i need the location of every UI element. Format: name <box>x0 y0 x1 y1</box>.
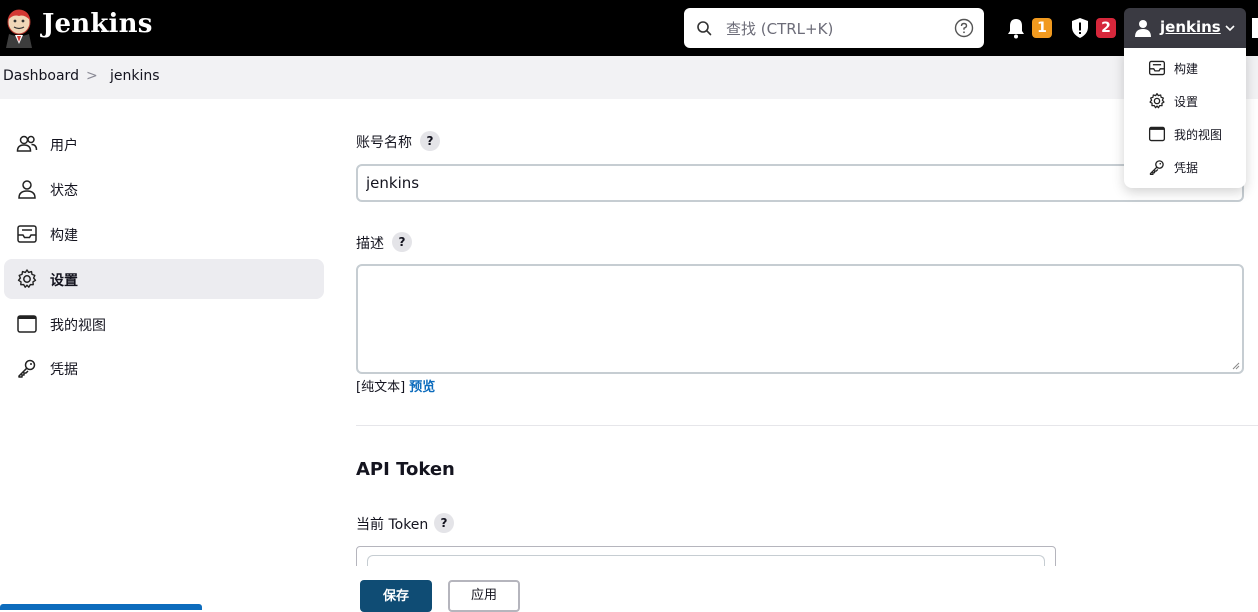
bell-icon[interactable] <box>1006 17 1026 39</box>
person-icon <box>18 180 36 199</box>
shield-alert-icon[interactable] <box>1070 17 1090 39</box>
menu-item-builds[interactable]: 构建 <box>1124 53 1246 83</box>
window-icon <box>17 315 37 333</box>
account-name-field[interactable] <box>356 164 1244 202</box>
jenkins-logo[interactable] <box>2 8 36 48</box>
build-tray-icon <box>1148 60 1166 76</box>
header-edge-icon <box>1252 18 1258 38</box>
sidebar-item-label: 用户 <box>50 138 78 154</box>
sidebar-item-users[interactable]: 用户 <box>4 124 324 164</box>
chevron-down-icon <box>1225 25 1235 32</box>
menu-item-label: 构建 <box>1174 62 1199 76</box>
search-box[interactable]: 查找 (CTRL+K) <box>684 8 984 48</box>
save-button[interactable]: 保存 <box>360 580 432 612</box>
search-input[interactable]: 查找 (CTRL+K) <box>726 18 833 39</box>
account-name-label: 账号名称 <box>356 135 412 151</box>
user-dropdown-menu: 构建 设置 我的视图 凭据 <box>1124 48 1246 188</box>
account-name-help-icon[interactable]: ? <box>420 131 440 151</box>
sidebar-item-status[interactable]: 状态 <box>4 169 324 209</box>
preview-link[interactable]: 预览 <box>409 380 435 395</box>
sidebar-item-credentials[interactable]: 凭据 <box>4 348 324 388</box>
sidebar-item-label: 设置 <box>50 273 78 289</box>
build-tray-icon <box>17 225 37 243</box>
current-token-help-icon[interactable]: ? <box>434 513 454 533</box>
menu-item-label: 凭据 <box>1174 161 1199 175</box>
sidebar-item-label: 凭据 <box>50 362 78 378</box>
top-header: Jenkins 查找 (CTRL+K) 1 2 jenkins <box>0 0 1258 56</box>
user-menu-button[interactable]: jenkins <box>1124 8 1246 48</box>
sidebar-item-label: 状态 <box>50 183 78 199</box>
menu-item-label: 设置 <box>1174 95 1199 109</box>
user-icon <box>1135 20 1151 37</box>
markup-format-note: [纯文本] 预览 <box>356 376 435 395</box>
key-icon <box>1149 160 1164 176</box>
breadcrumb-separator: > <box>86 68 98 84</box>
username-label[interactable]: jenkins <box>1160 18 1221 36</box>
apply-button[interactable]: 应用 <box>448 580 520 612</box>
breadcrumb-dashboard[interactable]: Dashboard <box>3 68 79 84</box>
menu-item-settings[interactable]: 设置 <box>1124 86 1246 116</box>
description-label: 描述 <box>356 236 384 252</box>
sidebar-item-builds[interactable]: 构建 <box>4 214 324 254</box>
bottom-left-strip <box>0 604 202 610</box>
brand-title[interactable]: Jenkins <box>42 9 153 39</box>
sidebar-item-settings[interactable]: 设置 <box>4 259 324 299</box>
gear-icon <box>1149 93 1165 109</box>
notifications-badge[interactable]: 1 <box>1032 18 1052 38</box>
menu-item-credentials[interactable]: 凭据 <box>1124 152 1246 182</box>
breadcrumb-user[interactable]: jenkins <box>110 68 160 84</box>
menu-item-label: 我的视图 <box>1174 128 1223 142</box>
key-icon <box>18 359 36 378</box>
users-icon <box>16 135 38 152</box>
resize-handle-icon[interactable] <box>1232 362 1240 370</box>
window-icon <box>1148 126 1166 142</box>
search-icon <box>697 21 712 36</box>
current-token-label: 当前 Token <box>356 517 429 533</box>
menu-item-my-views[interactable]: 我的视图 <box>1124 119 1246 149</box>
plain-text-label: [纯文本] <box>356 380 406 395</box>
description-textarea[interactable] <box>356 264 1244 374</box>
sidebar-item-label: 构建 <box>50 228 78 244</box>
breadcrumb: Dashboard > jenkins <box>0 56 1258 99</box>
sidebar-item-label: 我的视图 <box>50 318 106 334</box>
api-token-title: API Token <box>356 459 455 480</box>
section-divider <box>356 425 1258 426</box>
gear-icon <box>17 269 37 288</box>
sidebar-item-my-views[interactable]: 我的视图 <box>4 304 324 344</box>
security-badge[interactable]: 2 <box>1096 18 1116 38</box>
description-help-icon[interactable]: ? <box>392 232 412 252</box>
search-help-icon[interactable] <box>954 18 974 38</box>
